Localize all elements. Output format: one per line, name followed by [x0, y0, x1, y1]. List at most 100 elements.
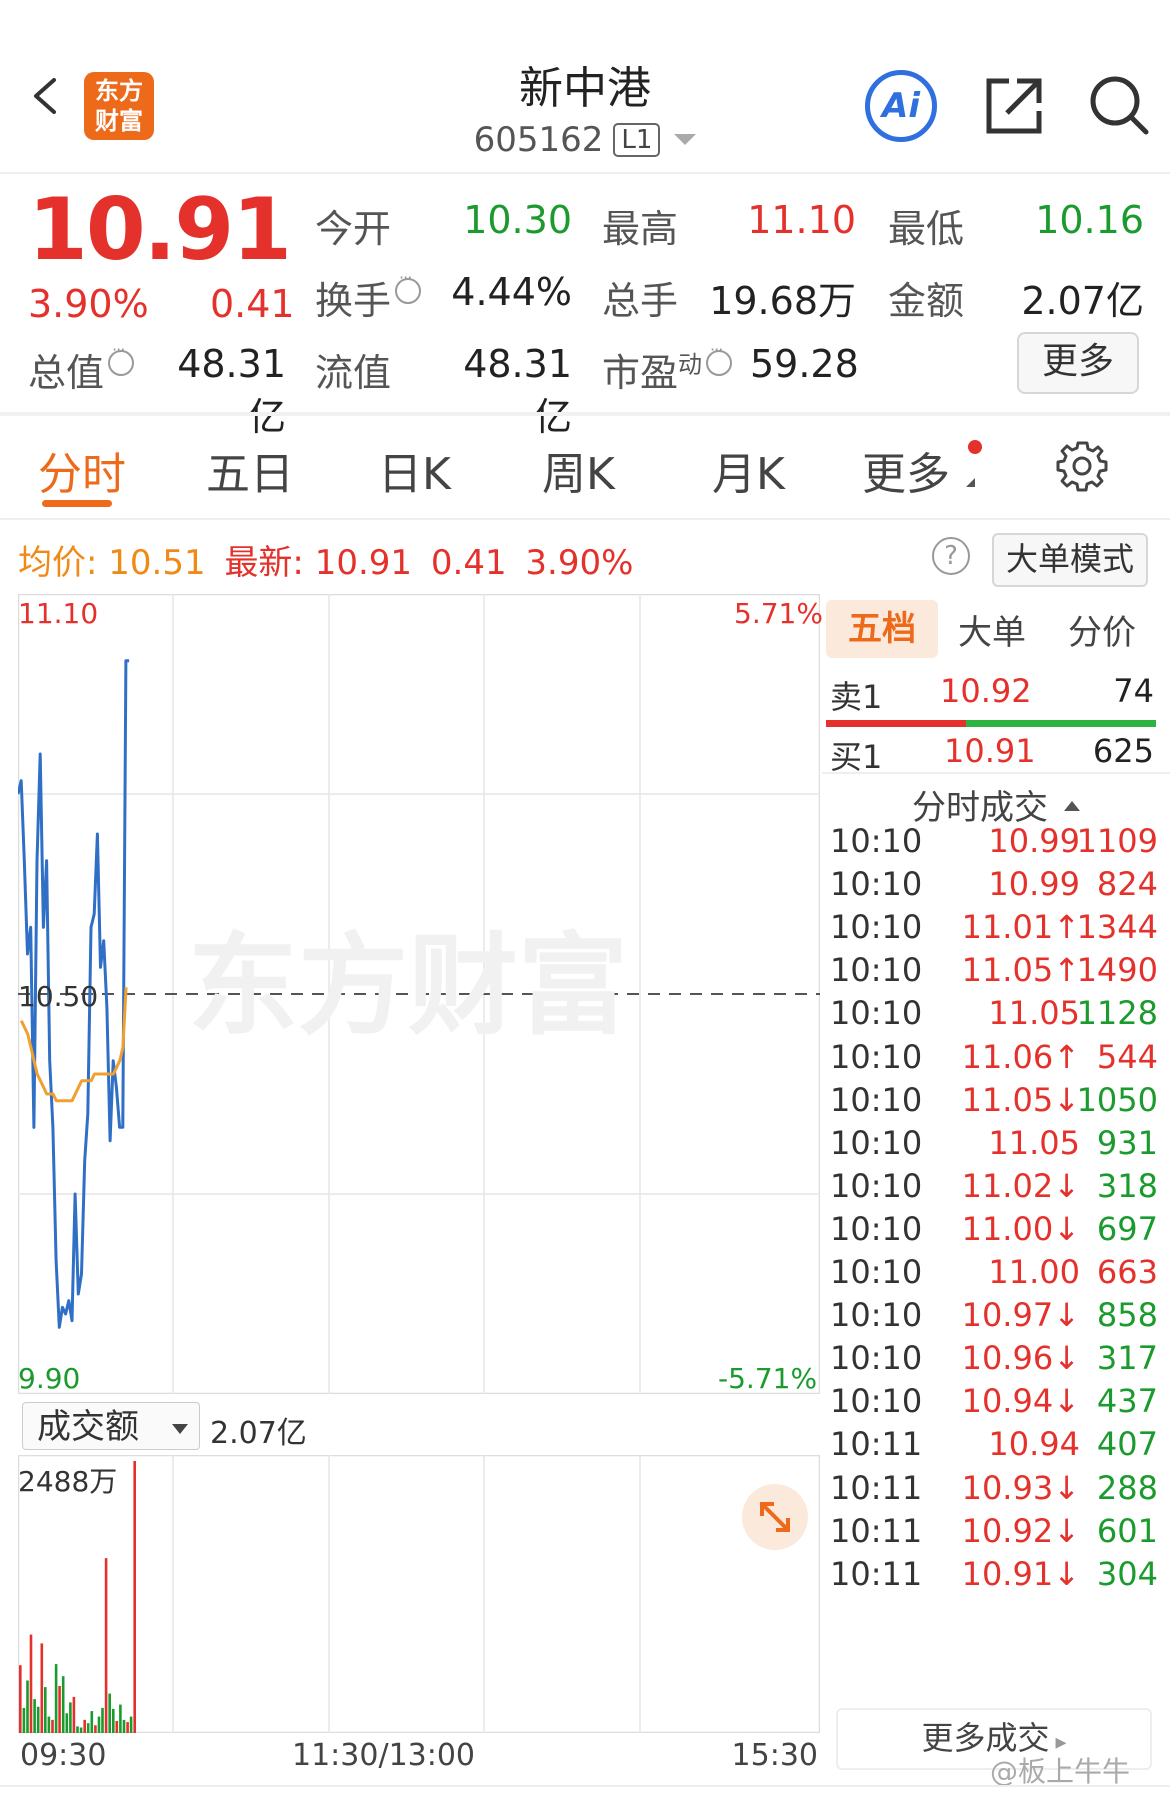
- trade-volume: 437: [1096, 1382, 1158, 1421]
- volume-bar: [112, 1708, 115, 1733]
- info-icon[interactable]: [395, 268, 422, 304]
- trade-volume: 931: [1096, 1123, 1158, 1162]
- x-label-noon: 11:30/13:00: [292, 1738, 476, 1773]
- volume-bar: [129, 1716, 133, 1733]
- trade-volume: 824: [1096, 865, 1158, 904]
- trade-price: 11.00: [988, 1253, 1080, 1291]
- dropdown-arrow-icon[interactable]: [172, 1424, 188, 1434]
- current-price: 10.91: [28, 180, 292, 280]
- trade-volume: 697: [1096, 1209, 1158, 1248]
- volume-bar: [119, 1704, 122, 1733]
- y-mid-label: 10.50: [18, 980, 99, 1013]
- trade-volume: 1128: [1076, 994, 1158, 1033]
- info-icon[interactable]: [108, 340, 135, 376]
- trade-row: 10:10 11.05 1128: [830, 994, 1158, 1042]
- volume-bar: [94, 1725, 97, 1733]
- sort-up-icon[interactable]: [1064, 801, 1080, 811]
- trade-row: 10:11 10.92↓ 601: [830, 1512, 1158, 1560]
- turnover-label[interactable]: 换手: [315, 268, 422, 325]
- notification-dot: [968, 440, 982, 454]
- gear-icon[interactable]: [1056, 440, 1108, 492]
- pe-label[interactable]: 市盈动: [602, 340, 733, 397]
- trade-price: 10.94: [988, 1425, 1080, 1464]
- trade-price: 10.93↓: [961, 1468, 1080, 1507]
- latest-change: 0.41: [430, 543, 507, 583]
- trade-time: 10:10: [830, 1382, 923, 1421]
- volume-bar: [54, 1664, 58, 1733]
- trade-row: 10:11 10.93↓ 288: [830, 1469, 1158, 1517]
- trade-volume: 544: [1096, 1037, 1158, 1076]
- tab-weekly-k[interactable]: 周K: [542, 438, 615, 502]
- search-icon[interactable]: [1088, 74, 1150, 136]
- volume-bar: [72, 1696, 76, 1733]
- amount-value: 2.07亿: [1021, 279, 1144, 323]
- trade-volume: 1344: [1076, 908, 1158, 947]
- divider: [0, 518, 1170, 520]
- market-cap-label[interactable]: 总值: [28, 340, 135, 397]
- chart-info-line: 均价: 10.51 最新: 10.91 0.41 3.90%: [18, 535, 633, 584]
- volume-bar: [44, 1687, 47, 1733]
- volume-bar: [69, 1702, 72, 1733]
- change-amount: 0.41: [210, 282, 295, 326]
- trade-volume: 1109: [1076, 822, 1158, 860]
- open-value: 10.30: [463, 198, 572, 242]
- trade-time: 10:10: [830, 822, 923, 860]
- trade-time: 10:11: [830, 1554, 923, 1593]
- trade-row: 10:10 11.02↓ 318: [830, 1167, 1158, 1215]
- divider: [822, 772, 1170, 774]
- volume-bar: [76, 1726, 79, 1733]
- tab-big-orders[interactable]: 大单: [958, 605, 1026, 654]
- big-order-mode-button[interactable]: 大单模式: [992, 533, 1148, 587]
- tab-price-dist[interactable]: 分价: [1068, 605, 1136, 654]
- pct-min-label: -5.71%: [718, 1362, 818, 1395]
- trade-volume: 317: [1096, 1339, 1158, 1378]
- trade-row: 10:10 11.05↓ 1050: [830, 1081, 1158, 1129]
- latest-label: 最新:: [224, 543, 304, 583]
- volume-label: 总手: [602, 279, 679, 323]
- trade-row: 10:10 10.99 824: [830, 865, 1158, 913]
- share-icon[interactable]: [985, 77, 1043, 135]
- trade-row: 10:10 10.96↓ 317: [830, 1339, 1158, 1387]
- trade-row: 10:11 10.94 407: [830, 1425, 1158, 1473]
- help-icon[interactable]: ?: [932, 537, 970, 575]
- tab-order-book[interactable]: 五档: [826, 600, 938, 658]
- corner-triangle-icon: [966, 478, 975, 487]
- volume-bar: [22, 1707, 26, 1733]
- tab-monthly-k[interactable]: 月K: [712, 438, 785, 502]
- tab-5day[interactable]: 五日: [206, 438, 294, 502]
- amount-label: 金额: [888, 279, 965, 323]
- buy-pressure-bar: [966, 720, 1156, 727]
- trade-price: 11.05↓: [961, 1080, 1080, 1119]
- trade-row: 10:10 11.06↑ 544: [830, 1038, 1158, 1086]
- expand-icon[interactable]: [742, 1484, 808, 1550]
- volume-bar: [122, 1719, 126, 1733]
- volume-max-label: 2488万: [18, 1465, 118, 1498]
- chevron-down-icon[interactable]: [674, 134, 697, 145]
- tab-more[interactable]: 更多: [862, 438, 950, 502]
- intraday-price-chart[interactable]: 东方财富: [18, 594, 820, 1394]
- pe-value: 59.28: [750, 342, 859, 386]
- trade-time: 10:10: [830, 1253, 923, 1291]
- trade-price: 11.00↓: [961, 1209, 1080, 1248]
- volume-bar: [90, 1711, 94, 1733]
- sell1-label: 卖1: [830, 678, 883, 716]
- more-quote-button[interactable]: 更多: [1017, 332, 1139, 394]
- float-cap-value: 48.31亿: [463, 342, 572, 439]
- info-icon[interactable]: [706, 340, 733, 376]
- sell1-price: 10.92: [940, 672, 1032, 710]
- trade-volume: 288: [1096, 1468, 1158, 1507]
- volume-bar: [61, 1676, 65, 1733]
- trade-price: 10.97↓: [961, 1296, 1080, 1335]
- tab-intraday[interactable]: 分时: [38, 438, 126, 502]
- trade-time: 10:10: [830, 994, 923, 1033]
- tab-daily-k[interactable]: 日K: [378, 438, 451, 502]
- trade-time: 10:10: [830, 1209, 923, 1248]
- trade-price: 10.94↓: [961, 1382, 1080, 1421]
- watermark-text: 东方财富: [188, 922, 628, 1050]
- trade-row: 10:10 10.94↓ 437: [830, 1382, 1158, 1430]
- trade-price: 10.92↓: [961, 1511, 1080, 1550]
- volume-bar: [19, 1665, 22, 1733]
- ai-assistant-button[interactable]: Ai: [865, 70, 937, 142]
- trade-volume: 1050: [1076, 1080, 1158, 1119]
- trade-price: 11.06↑: [961, 1037, 1080, 1076]
